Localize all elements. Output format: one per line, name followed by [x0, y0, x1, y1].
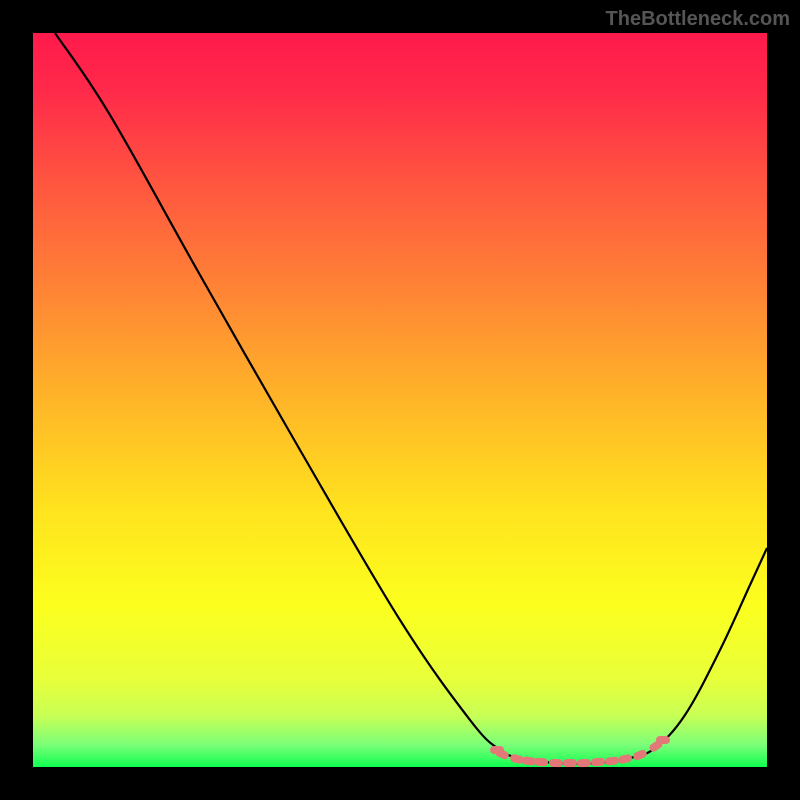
optimal-marker [656, 736, 670, 744]
watermark-text: TheBottleneck.com [606, 8, 790, 31]
optimal-marker [534, 757, 549, 766]
chart-svg [0, 0, 800, 800]
optimal-marker [563, 759, 577, 767]
optimal-marker [577, 759, 591, 767]
plot-background [33, 33, 767, 767]
optimal-marker [549, 759, 563, 767]
optimal-marker [591, 758, 606, 767]
